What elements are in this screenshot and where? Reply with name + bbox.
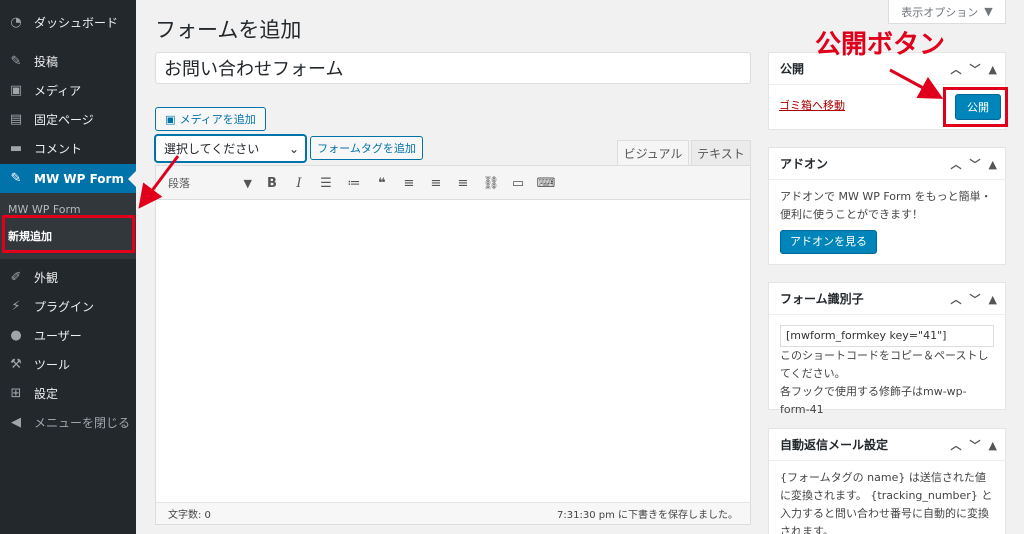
comment-icon: ▬ <box>9 141 23 156</box>
form-title-input[interactable]: お問い合わせフォーム <box>155 52 751 84</box>
content-editor[interactable]: 段落 ▼ B I ☰ ≔ ❝ ≡ ≡ ≡ ⛓ ▭ ⌨ 文字数: 0 7:31:3… <box>155 165 751 525</box>
editor-toolbar: 段落 ▼ B I ☰ ≔ ❝ ≡ ≡ ≡ ⛓ ▭ ⌨ <box>156 166 750 200</box>
toggle-panel-icon[interactable]: ▲ <box>989 63 997 76</box>
settings-icon: ⊞ <box>10 386 22 401</box>
dashboard-icon: ◔ <box>10 15 22 30</box>
sidebar-collapse-menu[interactable]: ◀ メニューを閉じる <box>0 408 136 437</box>
add-form-tag-button[interactable]: フォームタグを追加 <box>310 136 423 160</box>
sidebar-item-pages[interactable]: ▤ 固定ページ <box>0 105 136 134</box>
view-addons-button[interactable]: アドオンを見る <box>780 230 877 254</box>
sidebar-item-tools[interactable]: ⚒ ツール <box>0 350 136 379</box>
sidebar-item-users[interactable]: ● ユーザー <box>0 321 136 350</box>
toggle-panel-icon[interactable]: ▲ <box>989 158 997 171</box>
add-media-button[interactable]: ▣ メディアを追加 <box>155 107 266 131</box>
media-icon: ▣ <box>9 83 23 98</box>
sidebar-item-comments[interactable]: ▬ コメント <box>0 134 136 163</box>
collapse-icon: ◀ <box>11 415 21 430</box>
word-count: 文字数: 0 <box>168 510 211 521</box>
pin-icon: ✎ <box>10 54 22 69</box>
link-icon[interactable]: ⛓ <box>481 174 501 192</box>
autosave-status: 7:31:30 pm に下書きを保存しました。 <box>557 510 738 521</box>
toolbar-toggle-icon[interactable]: ⌨ <box>536 174 556 192</box>
auto-reply-box: 自動返信メール設定 ︿ ﹀ ▲ {フォームタグの name} は送信された値に変換さ… <box>768 428 1006 534</box>
sidebar-item-dashboard[interactable]: ◔ ダッシュボード <box>0 8 136 37</box>
auto-reply-description: {フォームタグの name} は送信された値に変換されます。 {tracking… <box>780 471 993 534</box>
caret-down-icon: ▼ <box>243 176 252 190</box>
formkey-modifier: 各フックで使用する修飾子はmw-wp-form-41 <box>780 385 967 416</box>
sidebar-item-settings[interactable]: ⊞ 設定 <box>0 379 136 408</box>
move-to-trash-link[interactable]: ゴミ箱へ移動 <box>779 97 845 113</box>
annotation-highlight-publish <box>943 87 1008 127</box>
chevron-down-icon[interactable]: ﹀ <box>970 156 981 172</box>
chevron-up-icon[interactable]: ︿ <box>951 437 962 453</box>
bold-icon[interactable]: B <box>262 174 282 192</box>
screen-options-button[interactable]: 表示オプション ▼ <box>888 0 1006 24</box>
tab-text[interactable]: テキスト <box>691 140 751 166</box>
active-menu-pointer <box>128 171 136 187</box>
chevron-down-icon[interactable]: ﹀ <box>970 291 981 307</box>
addon-box: アドオン ︿ ﹀ ▲ アドオンで MW WP Form をもっと簡単・便利に使うこと… <box>768 147 1006 265</box>
chevron-down-icon: ⌄ <box>288 141 299 156</box>
toggle-panel-icon[interactable]: ▲ <box>989 439 997 452</box>
sidebar-item-posts[interactable]: ✎ 投稿 <box>0 47 136 76</box>
wrench-icon: ⚒ <box>10 357 22 372</box>
caret-down-icon: ▼ <box>984 5 993 18</box>
formkey-shortcode-field[interactable]: [mwform_formkey key="41"] <box>780 325 994 347</box>
plugin-icon: ⚡ <box>11 299 21 314</box>
align-left-icon[interactable]: ≡ <box>399 174 419 192</box>
admin-sidebar: ◔ ダッシュボード ✎ 投稿 ▣ メディア ▤ 固定ページ ▬ コメント ✎ MW WP F… <box>0 0 136 534</box>
annotation-highlight-add-new <box>2 215 135 253</box>
tab-visual[interactable]: ビジュアル <box>617 140 689 166</box>
user-icon: ● <box>10 328 22 343</box>
form-tag-select[interactable]: 選択してください ⌄ <box>155 135 306 162</box>
sidebar-item-appearance[interactable]: ✐ 外観 <box>0 263 136 292</box>
toggle-panel-icon[interactable]: ▲ <box>989 293 997 306</box>
sidebar-item-plugins[interactable]: ⚡ プラグイン <box>0 292 136 321</box>
editor-statusbar: 文字数: 0 7:31:30 pm に下書きを保存しました。 <box>156 502 750 524</box>
italic-icon[interactable]: I <box>289 174 309 192</box>
formkey-box: フォーム識別子 ︿ ﹀ ▲ [mwform_formkey key="41"] この… <box>768 282 1006 416</box>
page-title: フォームを追加 <box>155 18 302 42</box>
annotation-label: 公開ボタン <box>815 30 946 60</box>
auto-reply-box-header: 自動返信メール設定 ︿ ﹀ ▲ <box>769 429 1005 461</box>
blockquote-icon[interactable]: ❝ <box>372 174 392 192</box>
chevron-up-icon[interactable]: ︿ <box>951 156 962 172</box>
addon-box-header: アドオン ︿ ﹀ ▲ <box>769 148 1005 180</box>
chevron-down-icon[interactable]: ﹀ <box>970 61 981 77</box>
sidebar-item-media[interactable]: ▣ メディア <box>0 76 136 105</box>
format-select[interactable]: 段落 ▼ <box>164 173 256 193</box>
formkey-box-header: フォーム識別子 ︿ ﹀ ▲ <box>769 283 1005 315</box>
media-icon: ▣ <box>165 112 176 126</box>
more-tag-icon[interactable]: ▭ <box>508 174 528 192</box>
addon-description: アドオンで MW WP Form をもっと簡単・便利に使うことができます！ <box>780 190 992 221</box>
page-icon: ▤ <box>9 112 23 127</box>
pin-icon: ✎ <box>10 171 22 186</box>
numbered-list-icon[interactable]: ≔ <box>344 174 364 192</box>
brush-icon: ✐ <box>10 270 22 285</box>
formkey-instructions: このショートコードをコピー＆ペーストしてください。 <box>780 349 989 380</box>
align-center-icon[interactable]: ≡ <box>426 174 446 192</box>
chevron-down-icon[interactable]: ﹀ <box>970 437 981 453</box>
chevron-up-icon[interactable]: ︿ <box>951 291 962 307</box>
chevron-up-icon[interactable]: ︿ <box>951 61 962 77</box>
bullet-list-icon[interactable]: ☰ <box>316 174 336 192</box>
align-right-icon[interactable]: ≡ <box>453 174 473 192</box>
sidebar-item-mwwpform[interactable]: ✎ MW WP Form <box>0 164 136 193</box>
